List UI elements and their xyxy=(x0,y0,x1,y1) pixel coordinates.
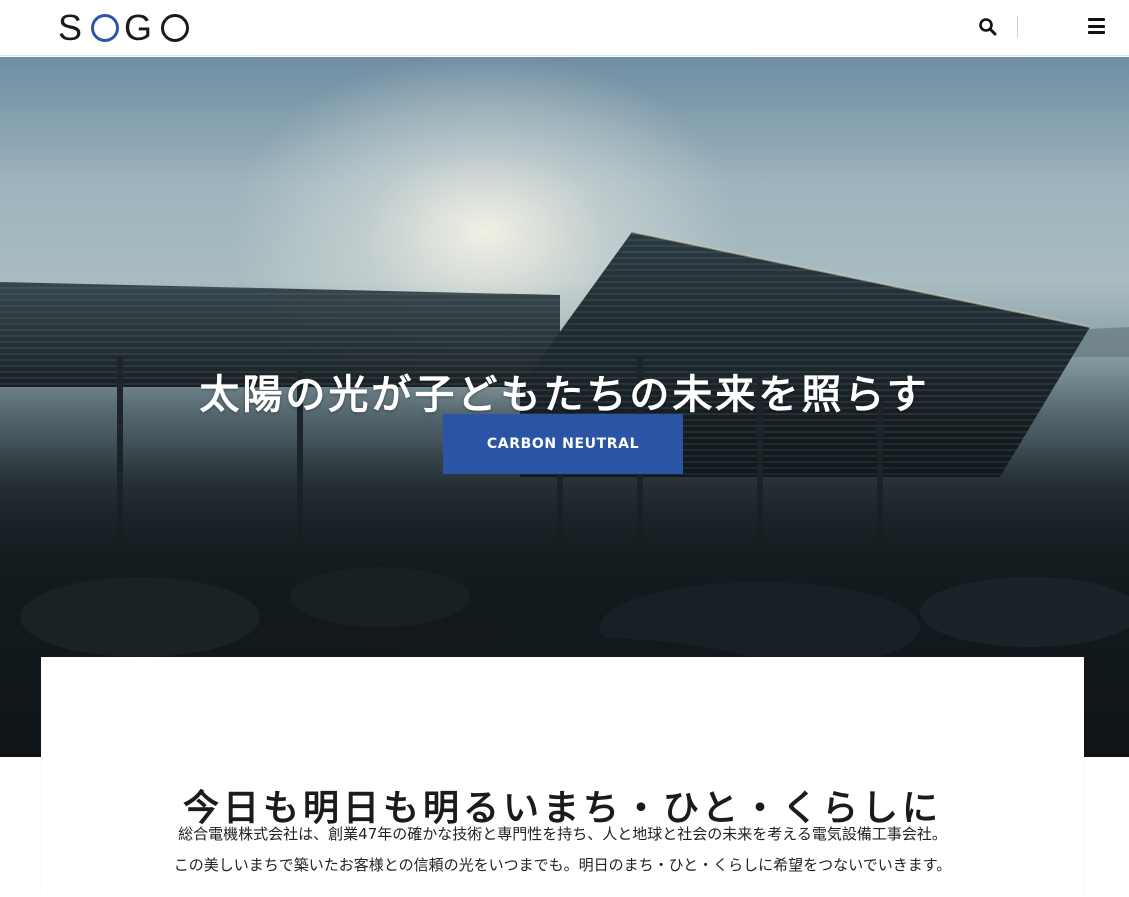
site-header: S G xyxy=(0,0,1129,56)
header-divider xyxy=(1017,16,1018,38)
logo-letter-g: G xyxy=(124,7,157,48)
intro-paragraph: 総合電機株式会社は、創業47年の確かな技術と専門性を持ち、人と地球と社会の未来を… xyxy=(41,819,1084,881)
search-button[interactable] xyxy=(976,15,1000,39)
sogo-logo[interactable]: S G xyxy=(58,7,191,48)
hero-section: 太陽の光が子どもたちの未来を照らす CARBON NEUTRAL xyxy=(0,57,1129,757)
logo-letter-o-blue xyxy=(91,14,120,42)
hero-title: 太陽の光が子どもたちの未来を照らす xyxy=(199,370,930,418)
logo-letter-s: S xyxy=(58,7,87,48)
intro-card: 今日も明日も明るいまち・ひと・くらしに 総合電機株式会社は、創業47年の確かな技… xyxy=(41,657,1084,897)
carbon-neutral-button[interactable]: CARBON NEUTRAL xyxy=(443,414,683,474)
intro-line-1: 総合電機株式会社は、創業47年の確かな技術と専門性を持ち、人と地球と社会の未来を… xyxy=(178,825,947,843)
menu-button[interactable] xyxy=(1088,18,1108,38)
hamburger-menu-icon xyxy=(1088,18,1108,34)
logo-letter-o xyxy=(161,14,190,42)
search-icon xyxy=(979,18,997,36)
intro-line-2: この美しいまちで築いたお客様との信頼の光をいつまでも。明日のまち・ひと・くらしに… xyxy=(173,856,952,874)
